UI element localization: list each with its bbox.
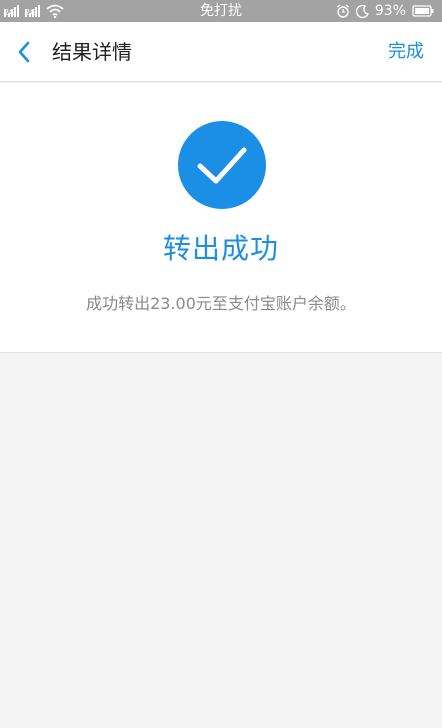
result-card: 转出成功 成功转出23.00元至支付宝账户余额。: [0, 83, 442, 353]
alarm-icon: [336, 4, 349, 18]
result-title: 转出成功: [162, 232, 279, 265]
result-description: 成功转出23.00元至支付宝账户余额。: [86, 294, 356, 313]
battery-icon: [412, 5, 434, 17]
chevron-left-icon: [18, 41, 30, 63]
moon-icon: [355, 4, 369, 18]
navigation-bar: 结果详情 完成: [0, 22, 442, 82]
status-bar: 2G 2G 免打扰 93%: [0, 0, 442, 22]
back-button[interactable]: [10, 37, 40, 67]
status-right: 93%: [336, 0, 434, 22]
battery-percent: 93%: [374, 3, 406, 19]
success-check-icon: [178, 121, 266, 209]
page-title: 结果详情: [52, 40, 132, 64]
done-button[interactable]: 完成: [388, 22, 424, 82]
